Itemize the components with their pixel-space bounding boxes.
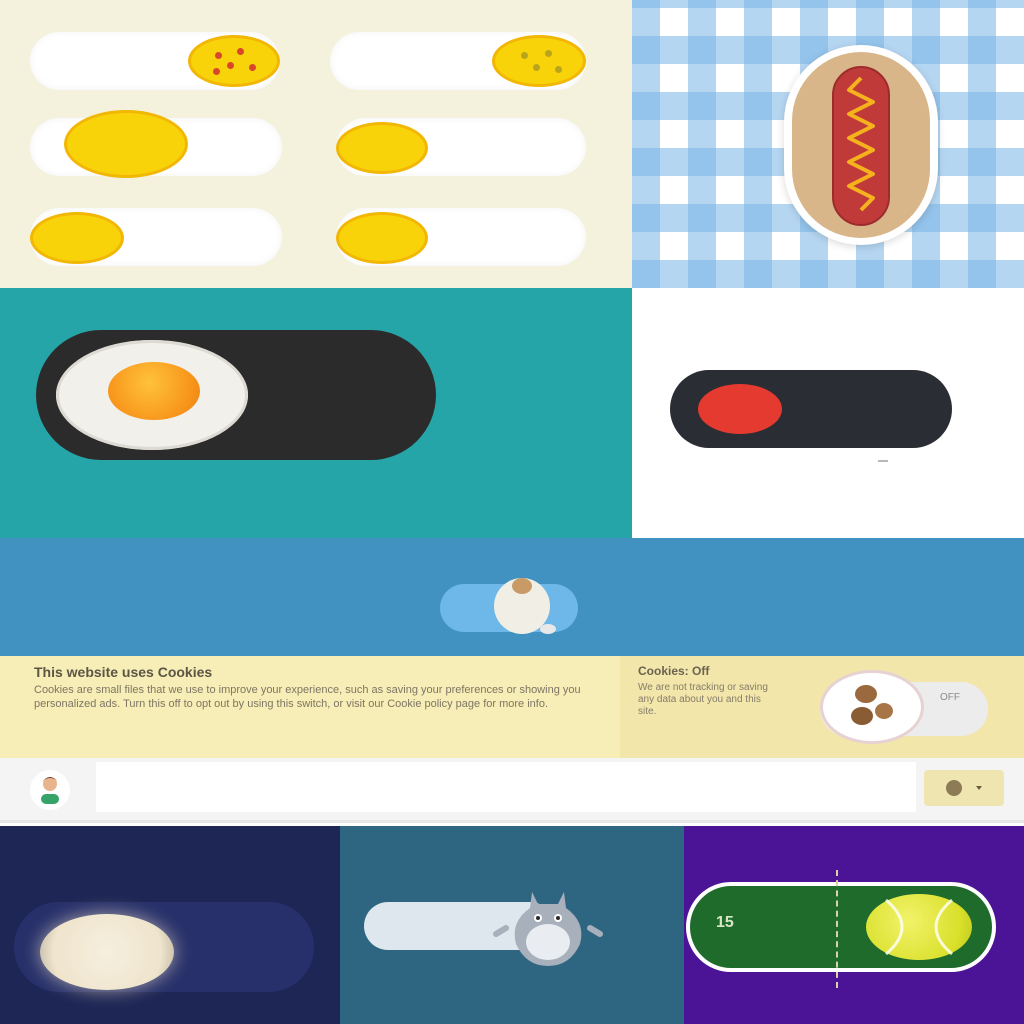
red-toggle-panel [632,288,1024,538]
hotdog-panel [632,0,1024,288]
cookie-plate-knob[interactable] [820,670,924,744]
yolk-knob[interactable] [64,110,188,178]
yolk-toggles-panel [0,0,632,288]
mustard-icon [847,76,875,212]
pizza-knob-2[interactable] [492,35,586,87]
moon-knob[interactable] [40,914,174,990]
moon-toggle-panel [0,826,340,1024]
yolk-knob-2[interactable] [336,122,428,174]
totoro-knob[interactable] [490,882,606,968]
cursor-mark [878,454,888,462]
totoro-toggle-panel [340,826,684,1024]
cookie-banner: This website uses Cookies Cookies are sm… [0,656,1024,758]
yolk-knob-4[interactable] [336,212,428,264]
totoro-icon [493,892,603,966]
settings-dropdown-icon [946,780,982,796]
tennis-net [836,870,844,988]
cookie-toggle-label: OFF [940,692,960,703]
cookie-status-area: Cookies: Off We are not tracking or savi… [620,656,1024,758]
egg-toggle-panel [0,288,632,538]
pizza-knob[interactable] [188,35,280,87]
cookie-status-text: We are not tracking or saving any data a… [638,682,768,717]
tennis-ball-knob[interactable] [866,894,972,960]
address-field[interactable] [96,762,916,812]
tennis-ball-icon [885,898,953,956]
cookie-icon-2 [851,707,873,725]
preview-toolbar [0,758,1024,823]
hat-icon [512,578,532,594]
character-toggle-panel [0,538,1024,656]
settings-dropdown[interactable] [924,770,1004,806]
tennis-toggle-panel: 15 [684,826,1024,1024]
cloud-icon [540,624,556,634]
egg-yolk [108,362,200,420]
score-label: 15 [716,914,734,931]
yolk-knob-3[interactable] [30,212,124,264]
user-avatar-icon [41,777,59,804]
cookie-description: Cookies are small files that we use to i… [34,684,581,710]
sausage-knob[interactable] [832,66,890,226]
cookie-status-title: Cookies: Off [638,664,710,678]
cookie-title: This website uses Cookies [34,664,213,680]
cookie-icon [855,685,877,703]
avatar[interactable] [30,770,70,810]
red-toggle-knob[interactable] [698,384,782,434]
cookie-icon-3 [875,703,893,719]
